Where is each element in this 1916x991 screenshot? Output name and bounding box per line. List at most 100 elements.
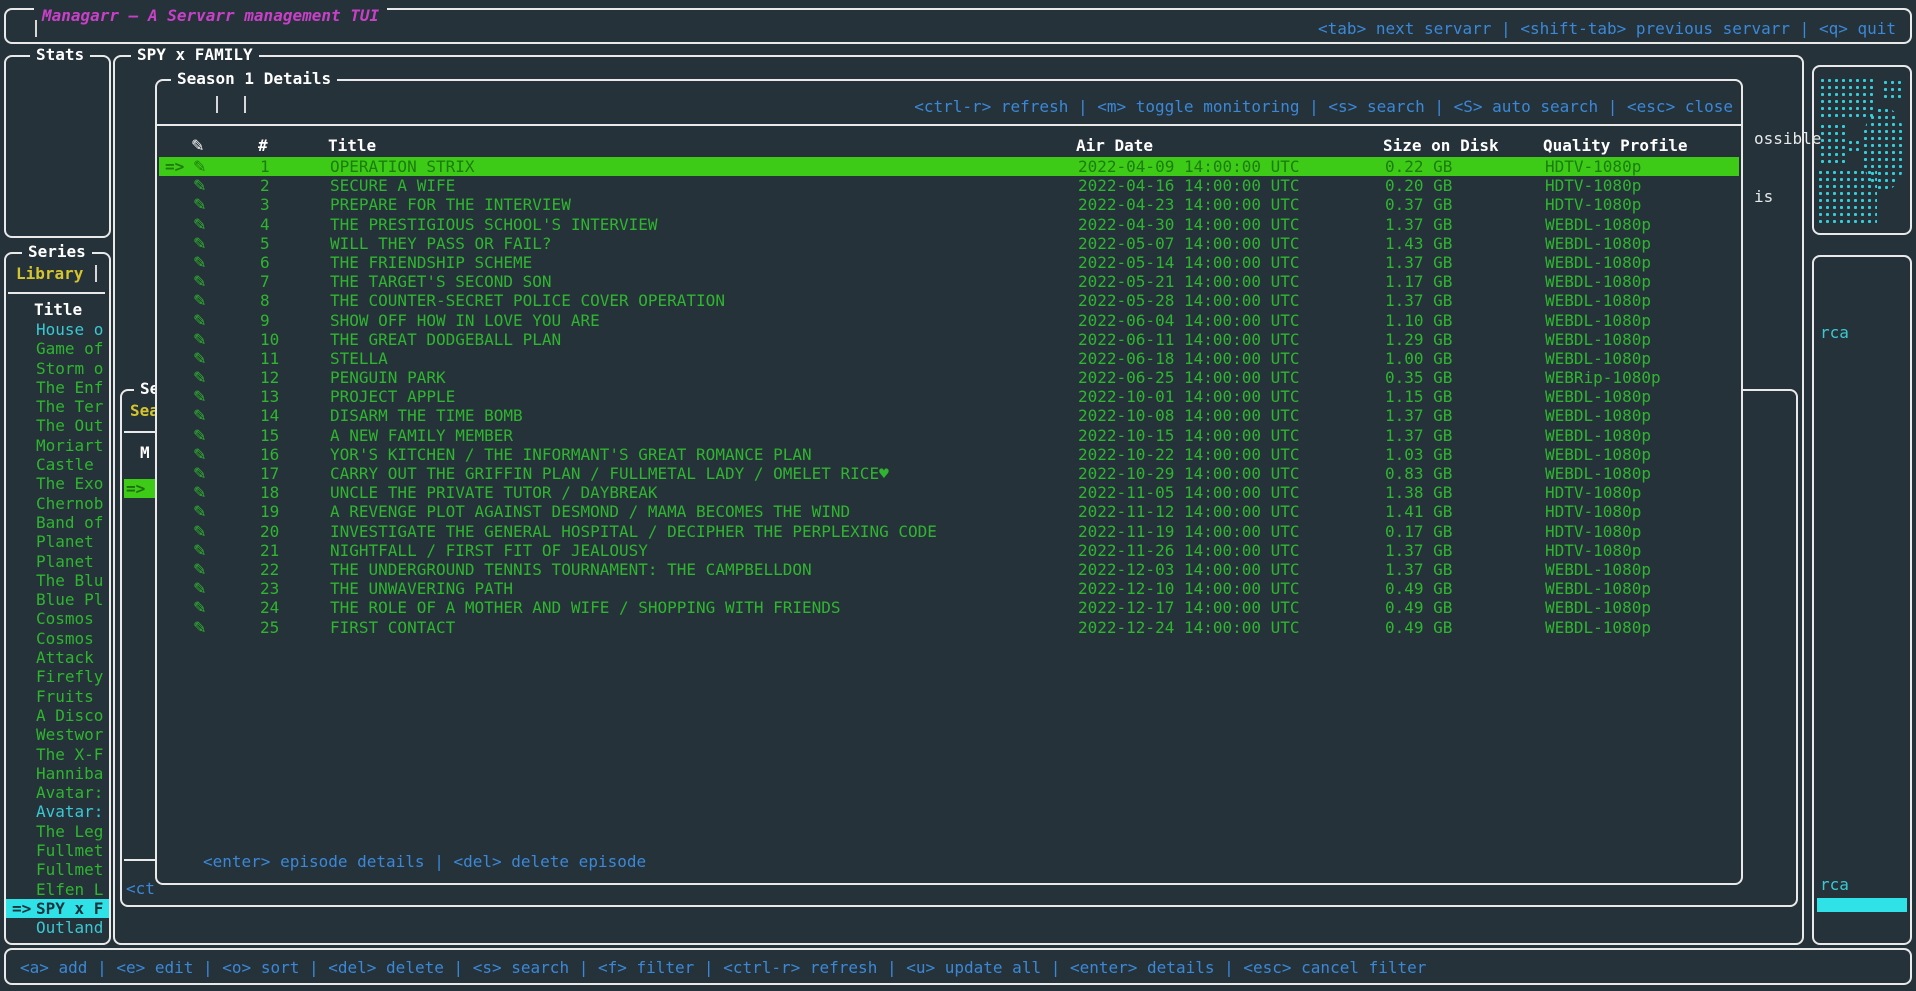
series-list-item[interactable]: Fruits bbox=[6, 687, 109, 706]
series-title: The Blu bbox=[36, 571, 103, 590]
episode-quality: WEBDL-1080p bbox=[1545, 445, 1651, 464]
series-list-item[interactable]: Fullmet bbox=[6, 841, 109, 860]
episode-air-date: 2022-10-01 14:00:00 UTC bbox=[1078, 387, 1300, 406]
episode-title: DISARM THE TIME BOMB bbox=[330, 406, 523, 425]
series-list-item[interactable]: Moriart bbox=[6, 436, 109, 455]
tab-library[interactable]: Library bbox=[16, 264, 97, 283]
episode-number: 22 bbox=[260, 560, 279, 579]
series-list-item[interactable]: The Blu bbox=[6, 571, 109, 590]
episodes-table-header: ✎ # Title Air Date Size on Disk Quality … bbox=[157, 136, 1741, 155]
series-list-item[interactable]: Firefly bbox=[6, 667, 109, 686]
series-title: The Ter bbox=[36, 397, 103, 416]
episode-number: 5 bbox=[260, 234, 270, 253]
series-list-item[interactable]: The Leg bbox=[6, 822, 109, 841]
episode-row[interactable]: ✎ 2 SECURE A WIFE 2022-04-16 14:00:00 UT… bbox=[159, 176, 1739, 195]
monitored-icon: ✎ bbox=[193, 234, 206, 253]
episode-row[interactable]: ✎ 3 PREPARE FOR THE INTERVIEW 2022-04-23… bbox=[159, 195, 1739, 214]
episode-size: 0.49 GB bbox=[1385, 618, 1452, 637]
column-header-number: # bbox=[258, 136, 268, 155]
series-list-item[interactable]: The Enf bbox=[6, 378, 109, 397]
series-list-item[interactable]: Hanniba bbox=[6, 764, 109, 783]
episode-row[interactable]: ✎ 25 FIRST CONTACT 2022-12-24 14:00:00 U… bbox=[159, 618, 1739, 637]
episode-row[interactable]: ✎ 11 STELLA 2022-06-18 14:00:00 UTC 1.00… bbox=[159, 349, 1739, 368]
series-list-item[interactable]: Castle bbox=[6, 455, 109, 474]
series-list-item[interactable]: Blue Pl bbox=[6, 590, 109, 609]
episode-quality: WEBDL-1080p bbox=[1545, 387, 1651, 406]
episode-row[interactable]: ✎ 10 THE GREAT DODGEBALL PLAN 2022-06-11… bbox=[159, 330, 1739, 349]
episode-row[interactable]: => ✎ 1 OPERATION STRIX 2022-04-09 14:00:… bbox=[159, 157, 1739, 176]
episode-row[interactable]: ✎ 18 UNCLE THE PRIVATE TUTOR / DAYBREAK … bbox=[159, 483, 1739, 502]
episode-number: 25 bbox=[260, 618, 279, 637]
episode-size: 1.10 GB bbox=[1385, 311, 1452, 330]
episode-row[interactable]: ✎ 21 NIGHTFALL / FIRST FIT OF JEALOUSY 2… bbox=[159, 541, 1739, 560]
series-title: Outland bbox=[36, 918, 103, 937]
series-list-item[interactable]: Band of bbox=[6, 513, 109, 532]
monitored-icon: ✎ bbox=[193, 426, 206, 445]
series-list-item[interactable]: A Disco bbox=[6, 706, 109, 725]
episode-row[interactable]: ✎ 4 THE PRESTIGIOUS SCHOOL'S INTERVIEW 2… bbox=[159, 215, 1739, 234]
episode-row[interactable]: ✎ 19 A REVENGE PLOT AGAINST DESMOND / MA… bbox=[159, 502, 1739, 521]
episode-row[interactable]: ✎ 8 THE COUNTER-SECRET POLICE COVER OPER… bbox=[159, 291, 1739, 310]
monitored-icon: ✎ bbox=[193, 387, 206, 406]
popup-tab[interactable] bbox=[203, 95, 231, 114]
episode-row[interactable]: ✎ 23 THE UNWAVERING PATH 2022-12-10 14:0… bbox=[159, 579, 1739, 598]
stats-line bbox=[12, 146, 70, 165]
episode-quality: WEBDL-1080p bbox=[1545, 426, 1651, 445]
series-list-item[interactable]: The Out bbox=[6, 416, 109, 435]
series-list-item[interactable]: Planet bbox=[6, 552, 109, 571]
episode-row[interactable]: ✎ 7 THE TARGET'S SECOND SON 2022-05-21 1… bbox=[159, 272, 1739, 291]
episode-row[interactable]: ✎ 5 WILL THEY PASS OR FAIL? 2022-05-07 1… bbox=[159, 234, 1739, 253]
series-list-item[interactable]: Outland bbox=[6, 918, 109, 937]
series-list-item[interactable]: House o bbox=[6, 320, 109, 339]
episode-title: FIRST CONTACT bbox=[330, 618, 455, 637]
series-list-item[interactable]: Game of bbox=[6, 339, 109, 358]
episode-row[interactable]: ✎ 13 PROJECT APPLE 2022-10-01 14:00:00 U… bbox=[159, 387, 1739, 406]
series-list-item[interactable]: Elfen L bbox=[6, 880, 109, 899]
episode-row[interactable]: ✎ 14 DISARM THE TIME BOMB 2022-10-08 14:… bbox=[159, 406, 1739, 425]
episode-row[interactable]: ✎ 24 THE ROLE OF A MOTHER AND WIFE / SHO… bbox=[159, 598, 1739, 617]
episode-row[interactable]: ✎ 16 YOR'S KITCHEN / THE INFORMANT'S GRE… bbox=[159, 445, 1739, 464]
episode-row[interactable]: ✎ 12 PENGUIN PARK 2022-06-25 14:00:00 UT… bbox=[159, 368, 1739, 387]
episode-air-date: 2022-04-09 14:00:00 UTC bbox=[1078, 157, 1300, 176]
episode-quality: HDTV-1080p bbox=[1545, 483, 1641, 502]
series-list-item[interactable]: Attack bbox=[6, 648, 109, 667]
episode-row[interactable]: ✎ 20 INVESTIGATE THE GENERAL HOSPITAL / … bbox=[159, 522, 1739, 541]
episode-title: A REVENGE PLOT AGAINST DESMOND / MAMA BE… bbox=[330, 502, 850, 521]
series-list-item[interactable]: Storm o bbox=[6, 359, 109, 378]
stats-line bbox=[12, 165, 70, 184]
episode-row[interactable]: ✎ 6 THE FRIENDSHIP SCHEME 2022-05-14 14:… bbox=[159, 253, 1739, 272]
episode-size: 1.37 GB bbox=[1385, 406, 1452, 425]
stats-panel-title: Stats bbox=[30, 45, 90, 64]
monitored-icon: ✎ bbox=[193, 195, 206, 214]
servarr-tab[interactable] bbox=[22, 19, 50, 38]
episode-row[interactable]: ✎ 9 SHOW OFF HOW IN LOVE YOU ARE 2022-06… bbox=[159, 311, 1739, 330]
series-list-item[interactable]: The X-F bbox=[6, 745, 109, 764]
stats-lines bbox=[12, 69, 70, 261]
popup-tab[interactable] bbox=[231, 95, 259, 114]
series-list-item[interactable]: Avatar: bbox=[6, 802, 109, 821]
series-list-item[interactable]: Cosmos bbox=[6, 609, 109, 628]
episode-row[interactable]: ✎ 15 A NEW FAMILY MEMBER 2022-10-15 14:0… bbox=[159, 426, 1739, 445]
series-title: Hanniba bbox=[36, 764, 103, 783]
monitored-icon: ✎ bbox=[193, 560, 206, 579]
series-title: Fullmet bbox=[36, 841, 103, 860]
series-list-item[interactable]: Planet bbox=[6, 532, 109, 551]
episode-row[interactable]: ✎ 17 CARRY OUT THE GRIFFIN PLAN / FULLME… bbox=[159, 464, 1739, 483]
series-list-item[interactable]: The Exo bbox=[6, 474, 109, 493]
series-list-item[interactable]: Westwor bbox=[6, 725, 109, 744]
episode-number: 23 bbox=[260, 579, 279, 598]
episode-quality: WEBDL-1080p bbox=[1545, 579, 1651, 598]
series-list-item[interactable]: => SPY x F bbox=[6, 899, 109, 918]
series-list-item[interactable]: Fullmet bbox=[6, 860, 109, 879]
series-title: Game of bbox=[36, 339, 103, 358]
series-list-item[interactable]: The Ter bbox=[6, 397, 109, 416]
episode-quality: WEBDL-1080p bbox=[1545, 291, 1651, 310]
seasons-footer-divider bbox=[124, 859, 158, 861]
series-list-item[interactable]: Avatar: bbox=[6, 783, 109, 802]
series-list-item[interactable]: Chernob bbox=[6, 494, 109, 513]
series-list-item[interactable]: Cosmos bbox=[6, 629, 109, 648]
tab-separator bbox=[95, 265, 97, 282]
episode-title: THE GREAT DODGEBALL PLAN bbox=[330, 330, 561, 349]
episode-number: 6 bbox=[260, 253, 270, 272]
episode-row[interactable]: ✎ 22 THE UNDERGROUND TENNIS TOURNAMENT: … bbox=[159, 560, 1739, 579]
